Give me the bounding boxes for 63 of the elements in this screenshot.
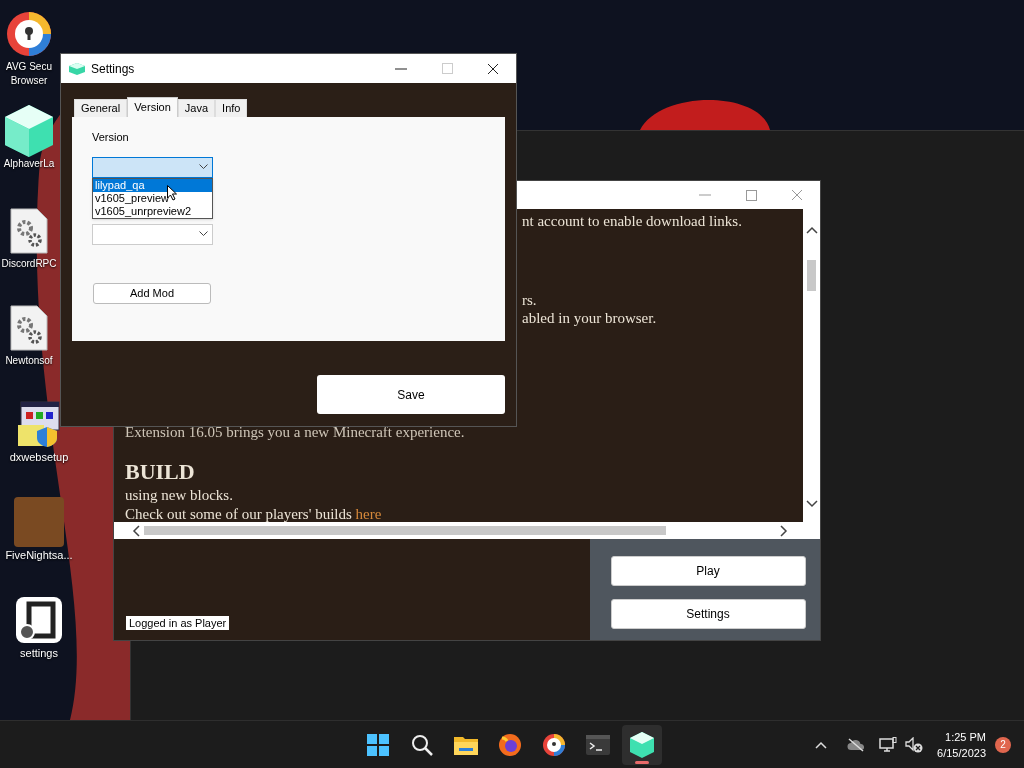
dropdown-option[interactable]: lilypad_qa (93, 178, 212, 192)
icon-label[interactable]: AVG Secu (6, 60, 52, 74)
tab[interactable]: General (74, 99, 128, 117)
terminal-icon (586, 734, 610, 755)
web-paragraph: Extension 16.05 brings you a new Minecraft experience. (125, 423, 465, 442)
web-paragraph: using new blocks. (125, 485, 233, 505)
start-icon (367, 733, 389, 756)
browser-icon (542, 732, 566, 757)
web-link[interactable]: here (355, 505, 382, 522)
icon-label[interactable]: dxwebsetup (9, 450, 69, 464)
chevron-up-icon[interactable] (815, 740, 828, 749)
save-button[interactable]: Save (317, 375, 505, 414)
chevron-down-icon (199, 231, 208, 237)
search-icon (411, 733, 433, 756)
setup-icon[interactable] (15, 398, 63, 450)
close-icon[interactable] (487, 62, 499, 75)
taskbar-button[interactable] (622, 724, 662, 765)
clock-date[interactable]: 6/15/2023 (937, 744, 986, 761)
gear-document-icon[interactable] (10, 302, 48, 354)
icon-label[interactable]: FiveNightsa... (5, 548, 73, 562)
window-title: Settings (91, 60, 135, 78)
horizontal-scrollbar[interactable] (114, 522, 820, 539)
folder-icon (454, 734, 478, 755)
settings-app-icon[interactable] (15, 594, 63, 646)
launcher-button[interactable]: Settings (610, 599, 806, 629)
cube-icon[interactable] (5, 105, 53, 157)
web-text: abled in your browser. (522, 309, 657, 328)
web-paragraph: Check out some of our players' builds here (125, 504, 382, 522)
scrollbar-thumb[interactable] (807, 260, 816, 291)
web-text: nt account to enable download links. (522, 212, 742, 231)
icon-label[interactable]: DiscordRPC (1, 257, 57, 271)
icon-label[interactable]: AlphaverLa (3, 157, 55, 171)
field-label: Version (92, 130, 129, 145)
cube-icon (69, 62, 85, 75)
icon-label[interactable]: Newtonsof (5, 354, 53, 368)
minimize-icon[interactable] (395, 67, 407, 70)
dropdown-option[interactable]: v1605_preview (93, 191, 212, 205)
chevron-down-icon (199, 164, 208, 170)
dropdown-field[interactable] (92, 223, 213, 245)
network-icon[interactable] (879, 736, 898, 753)
maximize-icon[interactable] (745, 189, 757, 201)
version-dropdown[interactable] (92, 156, 213, 178)
scrollbar-thumb[interactable] (144, 526, 666, 535)
add-mod-button[interactable]: Add Mod (93, 282, 211, 304)
clock-time[interactable]: 1:25 PM (945, 728, 986, 745)
cube-icon (630, 731, 654, 758)
launcher-button[interactable]: Play (610, 556, 806, 586)
web-text: rs. (522, 291, 537, 310)
icon-label[interactable]: settings (20, 646, 58, 660)
icon-label[interactable]: Browser (10, 74, 48, 88)
firefox-icon (498, 732, 522, 757)
maximize-icon (441, 63, 453, 74)
dropdown-option[interactable]: v1605_unrpreview2 (93, 204, 212, 218)
mouse-cursor-icon (167, 185, 177, 201)
picture-icon[interactable] (14, 496, 64, 548)
tab[interactable]: Version (127, 97, 178, 117)
tab[interactable]: Java (177, 99, 216, 117)
tab[interactable]: Info (215, 99, 248, 117)
login-status: Logged in as Player (126, 616, 230, 630)
web-heading: BUILD (125, 457, 195, 486)
cloud-offline-icon[interactable] (847, 737, 866, 752)
gear-document-icon[interactable] (10, 205, 48, 257)
volume-muted-icon[interactable] (905, 736, 924, 753)
